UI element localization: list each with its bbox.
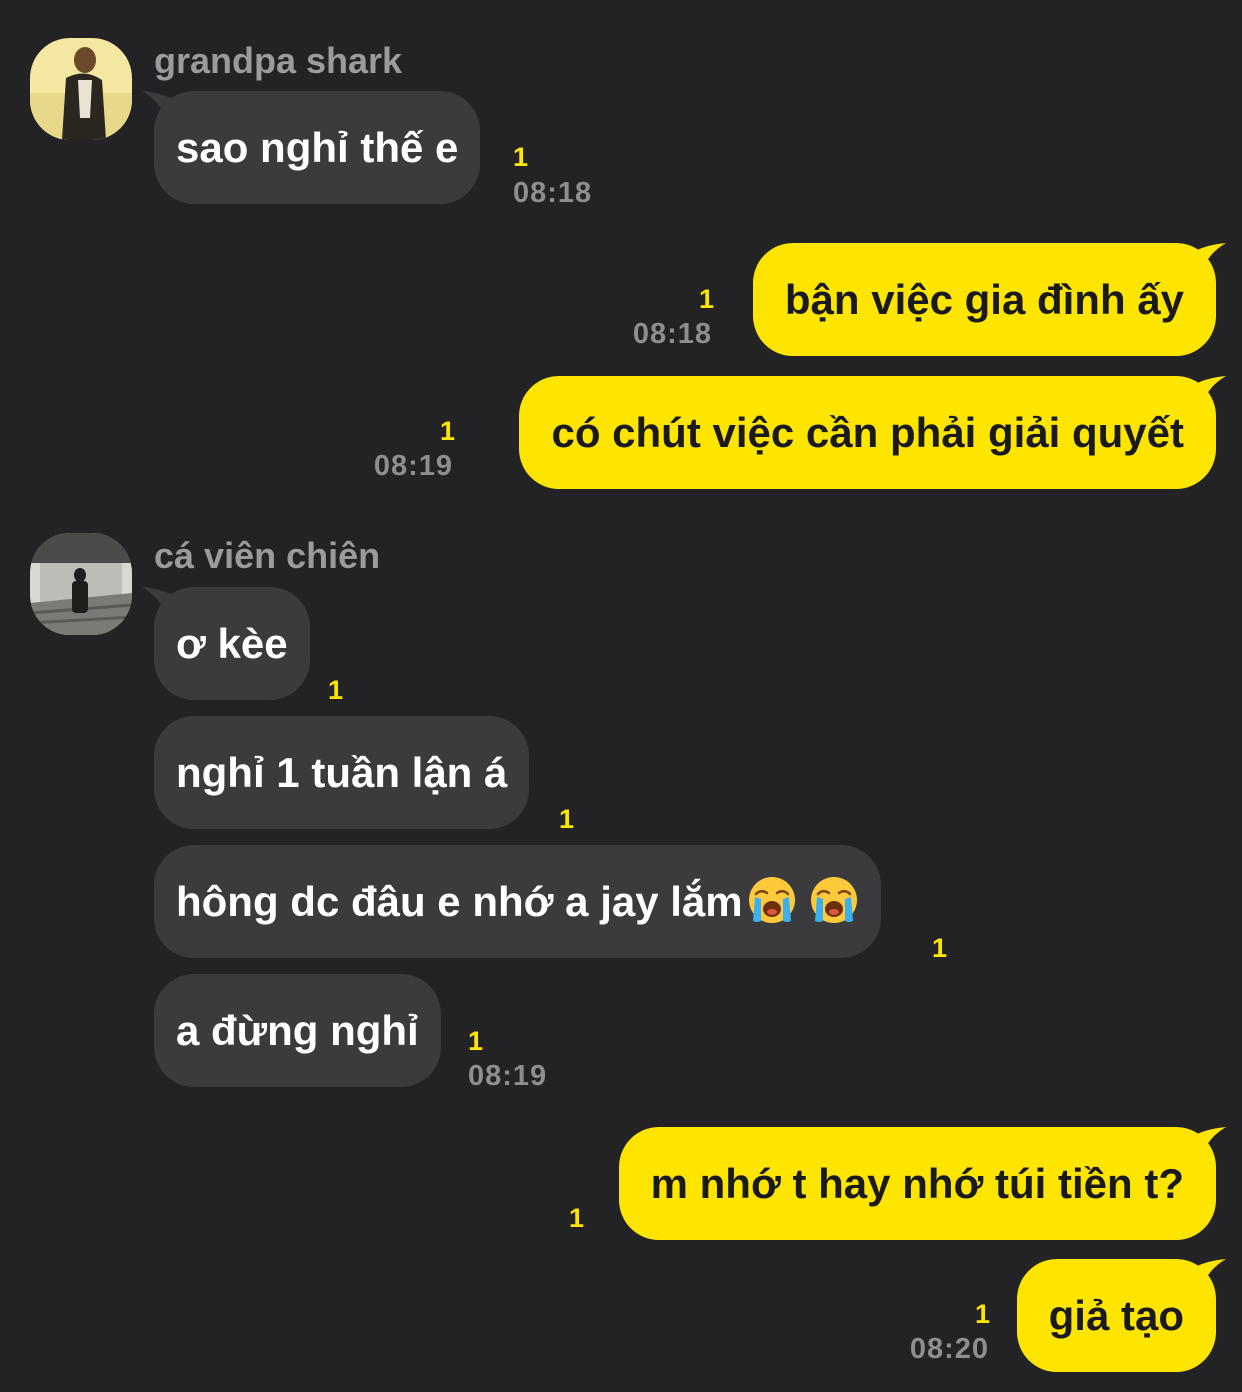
message-text: nghỉ 1 tuần lận á (176, 748, 508, 796)
message-text: giả tạo (1048, 1291, 1184, 1339)
unread-count: 1 (513, 142, 529, 172)
message-text: bận việc gia đình ấy (784, 275, 1184, 323)
profile-photo-icon (30, 38, 132, 140)
message-text: sao nghỉ thế e (176, 123, 459, 171)
avatar[interactable] (30, 38, 132, 140)
message-text: a đừng nghỉ (176, 1006, 419, 1054)
message-bubble[interactable]: giả tạo (1016, 1259, 1216, 1372)
message-bubble[interactable]: ơ kèe (154, 587, 310, 700)
message-bubble[interactable]: có chút việc cần phải giải quyết (519, 376, 1216, 489)
avatar[interactable] (30, 533, 132, 635)
message-bubble[interactable]: nghỉ 1 tuần lận á (154, 716, 530, 829)
unread-count: 1 (932, 933, 948, 963)
message-bubble[interactable]: m nhớ t hay nhớ túi tiền t? (618, 1127, 1216, 1240)
unread-count: 1 (568, 1203, 584, 1233)
message-bubble[interactable]: hông dc đâu e nhớ a jay lắm (154, 845, 881, 958)
message-text: m nhớ t hay nhớ túi tiền t? (650, 1159, 1184, 1207)
timestamp: 08:20 (909, 1333, 989, 1365)
unread-count: 1 (559, 804, 575, 834)
unread-count: 1 (328, 675, 344, 705)
loudly-crying-face-icon (809, 875, 859, 925)
sender-name: grandpa shark (154, 40, 403, 81)
unread-count: 1 (468, 1026, 484, 1056)
unread-count: 1 (974, 1299, 990, 1329)
timestamp: 08:18 (513, 177, 593, 209)
unread-count: 1 (698, 284, 714, 314)
profile-photo-icon (30, 533, 132, 635)
message-bubble[interactable]: bận việc gia đình ấy (752, 243, 1216, 356)
loudly-crying-face-icon (747, 875, 797, 925)
unread-count: 1 (439, 416, 455, 446)
message-text: hông dc đâu e nhớ a jay lắm (176, 877, 743, 925)
message-text: ơ kèe (176, 619, 288, 667)
timestamp: 08:18 (632, 318, 712, 350)
message-bubble[interactable]: sao nghỉ thế e (154, 91, 481, 204)
sender-name: cá viên chiên (154, 535, 381, 576)
message-bubble[interactable]: a đừng nghỉ (154, 974, 441, 1087)
message-text: có chút việc cần phải giải quyết (551, 408, 1184, 456)
timestamp: 08:19 (373, 450, 453, 482)
timestamp: 08:19 (468, 1060, 548, 1092)
